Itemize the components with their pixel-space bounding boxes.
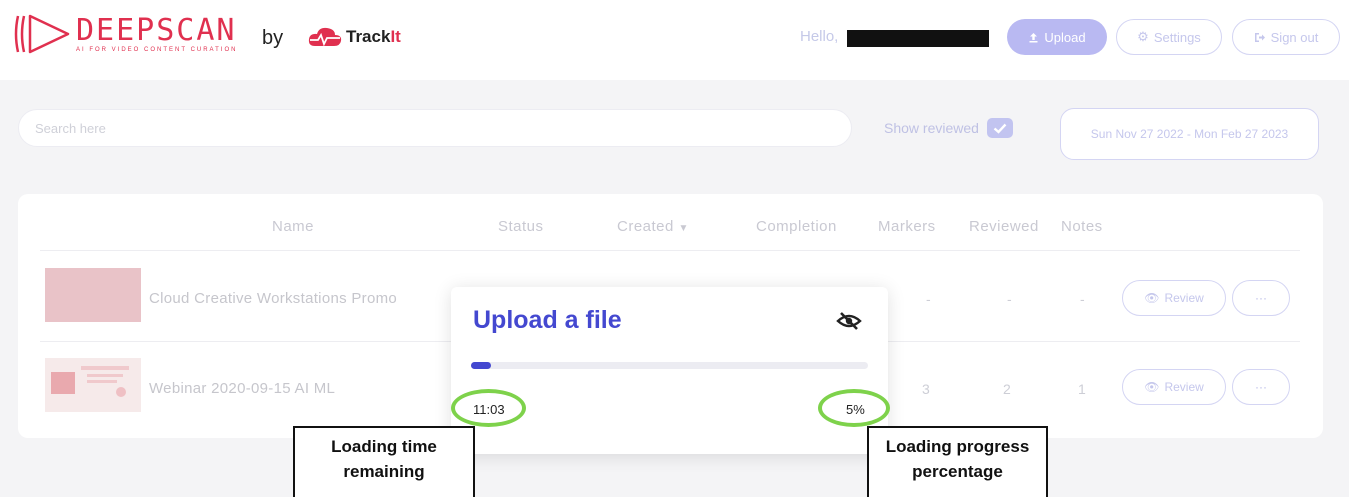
trackit-logo: TrackIt [307,26,401,48]
callout-time-remaining: Loading time remaining [293,426,475,497]
header-divider [40,250,1300,251]
percentage-highlight-circle [818,389,890,427]
gear-icon: ⚙ [1137,29,1149,44]
by-text: by [262,27,284,49]
eye-icon: 👁 [1144,380,1160,394]
deepscan-logo[interactable]: DEEPSCAN AI FOR VIDEO CONTENT CURATION [12,12,237,56]
column-header-created-label: Created [617,218,674,235]
column-header-markers[interactable]: Markers [878,218,936,235]
row-markers: - [926,291,931,307]
play-logo-icon [14,14,70,54]
sign-out-button[interactable]: Sign out [1232,19,1340,55]
modal-title: Upload a file [473,306,622,334]
show-reviewed-toggle[interactable]: Show reviewed [884,118,1013,138]
callout-progress-line2: percentage [912,462,1003,481]
redacted-username [847,30,989,47]
row-name[interactable]: Cloud Creative Workstations Promo [149,290,397,307]
column-header-completion[interactable]: Completion [756,218,837,235]
greeting: Hello, [800,28,839,45]
row-notes: 1 [1078,381,1086,397]
search-input[interactable] [18,109,852,147]
review-button[interactable]: 👁 Review [1122,280,1226,316]
upload-progress-fill [471,362,491,369]
row-name[interactable]: Webinar 2020-09-15 AI ML [149,380,335,397]
trackit-suffix: It [390,27,401,46]
review-button-label: Review [1164,291,1204,305]
callout-progress-percentage: Loading progress percentage [867,426,1048,497]
trackit-prefix: Track [346,27,391,46]
column-header-status[interactable]: Status [498,218,544,235]
show-reviewed-label: Show reviewed [884,120,979,136]
time-highlight-circle [451,389,526,427]
review-button-label: Review [1164,380,1204,394]
logo-wordmark: DEEPSCAN [76,12,237,48]
row-markers: 3 [922,381,930,397]
column-header-created[interactable]: Created ▼ [617,218,689,235]
row-reviewed: 2 [1003,381,1011,397]
row-reviewed: - [1007,291,1012,307]
callout-time-line1: Loading time [331,437,437,456]
more-options-button[interactable]: ··· [1232,280,1290,316]
cloud-pulse-icon [308,27,342,47]
column-header-name[interactable]: Name [272,218,314,235]
sign-out-button-label: Sign out [1270,29,1319,45]
callout-progress-line1: Loading progress [885,437,1030,456]
upload-button[interactable]: Upload [1007,19,1107,55]
upload-button-label: Upload [1044,29,1086,45]
column-header-reviewed[interactable]: Reviewed [969,218,1039,235]
hide-eye-slash-icon[interactable] [836,311,862,331]
video-thumbnail[interactable] [45,268,141,322]
video-thumbnail[interactable] [45,358,141,412]
date-range-picker[interactable]: Sun Nov 27 2022 - Mon Feb 27 2023 [1060,108,1319,160]
logo-tagline: AI FOR VIDEO CONTENT CURATION [76,46,238,53]
column-header-notes[interactable]: Notes [1061,218,1103,235]
sign-out-icon [1254,32,1265,42]
settings-button[interactable]: ⚙ Settings [1116,19,1222,55]
review-button[interactable]: 👁 Review [1122,369,1226,405]
chevron-down-icon: ▼ [678,223,689,234]
row-notes: - [1080,291,1085,307]
callout-time-line2: remaining [343,462,425,481]
settings-button-label: Settings [1153,29,1201,45]
eye-icon: 👁 [1144,291,1160,305]
upload-icon [1029,32,1038,42]
webinar-slide-image [51,366,129,397]
more-options-button[interactable]: ··· [1232,369,1290,405]
upload-progress-bar [471,362,868,369]
checkmark-icon[interactable] [986,118,1013,138]
